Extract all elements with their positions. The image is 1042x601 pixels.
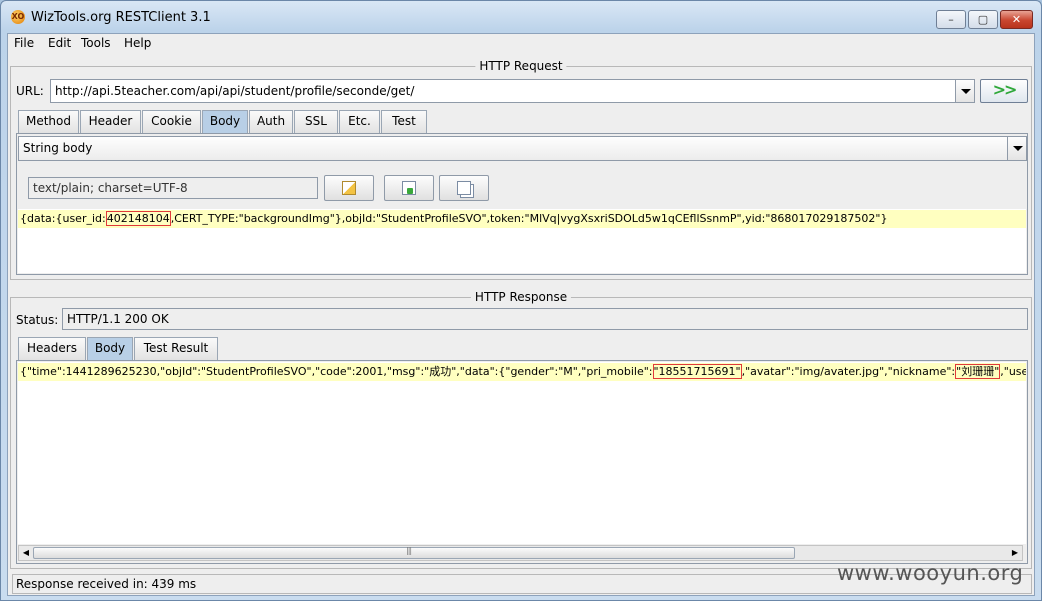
nickname-highlight: "刘珊珊" [955, 364, 1001, 379]
user-id-highlight: 402148104 [105, 211, 171, 226]
url-history-dropdown[interactable] [955, 79, 975, 103]
body-type-dropdown[interactable] [1007, 136, 1027, 161]
scroll-left-icon[interactable]: ◀ [19, 546, 33, 560]
response-body-part2: ,"avatar":"img/avater.jpg","nickname": [741, 365, 956, 378]
menu-tools[interactable]: Tools [81, 36, 111, 50]
edit-icon [342, 181, 356, 195]
url-label: URL: [16, 84, 44, 98]
status-label: Status: [16, 313, 59, 327]
window-title: WizTools.org RESTClient 3.1 [31, 10, 211, 25]
scroll-right-icon[interactable]: ▶ [1008, 546, 1022, 560]
app-window: XO WizTools.org RESTClient 3.1 – ▢ ✕ Fil… [0, 0, 1042, 601]
client-area: File Edit Tools Help HTTP Request URL: h… [7, 33, 1035, 596]
request-body-prefix: {data:{user_id: [20, 212, 106, 225]
tab-ssl[interactable]: SSL [294, 110, 338, 133]
minimize-button[interactable]: – [936, 10, 966, 29]
menu-help[interactable]: Help [124, 36, 151, 50]
content-type-field[interactable]: text/plain; charset=UTF-8 [28, 177, 318, 199]
status-field[interactable]: HTTP/1.1 200 OK [62, 308, 1028, 330]
tab-header[interactable]: Header [80, 110, 141, 133]
load-file-button[interactable] [384, 175, 434, 201]
tab-response-body[interactable]: Body [87, 337, 133, 360]
tab-etc[interactable]: Etc. [339, 110, 380, 133]
tab-method[interactable]: Method [18, 110, 79, 133]
menu-bar: File Edit Tools Help [8, 34, 1034, 54]
request-body-line: {data:{user_id:402148104,CERT_TYPE:"back… [18, 210, 1026, 228]
tab-cookie[interactable]: Cookie [142, 110, 201, 133]
response-body-line: {"time":1441289625230,"objId":"StudentPr… [18, 363, 1026, 381]
menu-edit[interactable]: Edit [48, 36, 71, 50]
response-body-viewer[interactable] [18, 362, 1026, 544]
tab-test[interactable]: Test [381, 110, 427, 133]
tab-test-result[interactable]: Test Result [134, 337, 218, 360]
http-request-title: HTTP Request [475, 59, 567, 73]
tab-auth[interactable]: Auth [249, 110, 293, 133]
copy-button[interactable] [439, 175, 489, 201]
load-file-icon [402, 181, 416, 195]
scroll-thumb[interactable] [33, 546, 795, 559]
mobile-highlight: "18551715691" [652, 364, 742, 379]
http-response-title: HTTP Response [470, 290, 572, 304]
tab-body[interactable]: Body [202, 110, 248, 133]
tab-headers[interactable]: Headers [18, 337, 86, 360]
app-logo-icon: XO [11, 10, 25, 24]
horizontal-scrollbar[interactable]: ◀ ▶ [18, 545, 1023, 561]
url-input[interactable]: http://api.5teacher.com/api/api/student/… [50, 79, 956, 103]
close-button[interactable]: ✕ [1000, 10, 1033, 29]
menu-file[interactable]: File [14, 36, 34, 50]
watermark: www.wooyun.org [837, 561, 1024, 585]
title-bar[interactable]: XO WizTools.org RESTClient 3.1 – ▢ ✕ [1, 1, 1041, 33]
edit-content-type-button[interactable] [324, 175, 374, 201]
request-body-rest: ,CERT_TYPE:"backgroundImg"},objId:"Stude… [170, 212, 888, 225]
copy-icon [457, 181, 471, 195]
body-type-select[interactable]: String body [18, 136, 1008, 161]
maximize-button[interactable]: ▢ [968, 10, 998, 29]
response-body-part3: ,"user_accour [1000, 365, 1026, 378]
send-request-button[interactable]: >> [980, 79, 1028, 103]
response-body-part1: {"time":1441289625230,"objId":"StudentPr… [20, 365, 653, 378]
